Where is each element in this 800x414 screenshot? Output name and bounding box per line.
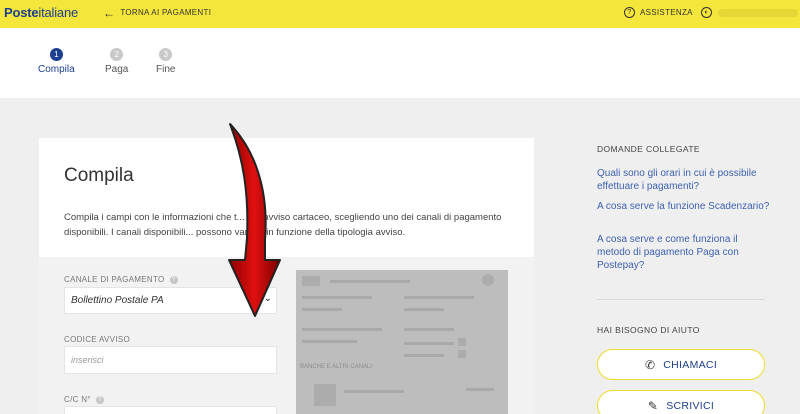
call-us-button[interactable]: ✆ CHIAMACI <box>597 349 765 380</box>
channel-label: CANALE DI PAGAMENTO ? <box>64 275 178 284</box>
top-bar: Posteitaliane ← TORNA AI PAGAMENTI ? ASS… <box>0 0 800 28</box>
arrow-left-icon: ← <box>103 5 116 20</box>
code-input[interactable]: inserisci <box>64 346 277 374</box>
code-label-text: CODICE AVVISO <box>64 335 130 344</box>
faq-link-postepay[interactable]: A cosa serve e come funziona il metodo d… <box>597 233 772 272</box>
phone-icon: ✆ <box>644 357 656 372</box>
step-paga: 2 Paga <box>105 48 128 75</box>
pencil-icon: ✎ <box>647 398 659 413</box>
user-icon: ◐ <box>701 7 712 18</box>
cc-label-text: C/C N° <box>64 395 91 404</box>
back-to-payments-link[interactable]: ← TORNA AI PAGAMENTI <box>103 5 212 20</box>
user-menu[interactable]: ◐ <box>701 7 798 18</box>
step-number: 1 <box>49 48 63 61</box>
help-section-title: HAI BISOGNO DI AIUTO <box>597 325 700 335</box>
bollettino-preview-image: BANCHE E ALTRI CANALI <box>296 270 508 414</box>
code-label: CODICE AVVISO <box>64 335 130 344</box>
steps-bar: 1 Compila 2 Paga 3 Fine <box>0 28 800 98</box>
step-compila: 1 Compila <box>38 48 75 75</box>
sidebar-divider <box>597 299 765 300</box>
help-icon[interactable]: ? <box>95 395 104 404</box>
question-circle-icon: ? <box>624 7 635 18</box>
cc-label: C/C N° ? <box>64 395 104 404</box>
step-number: 3 <box>159 48 173 61</box>
preview-section-label: BANCHE E ALTRI CANALI <box>300 364 372 370</box>
assist-label: ASSISTENZA <box>640 8 693 17</box>
faq-link-orari[interactable]: Quali sono gli orari in cui è possibile … <box>597 167 772 193</box>
step-fine: 3 Fine <box>156 48 175 75</box>
help-icon[interactable]: ? <box>169 275 178 284</box>
assistance-link[interactable]: ? ASSISTENZA <box>624 7 693 18</box>
card-description: Compila i campi con le informazioni che … <box>64 212 502 238</box>
page-title: Compila <box>64 165 134 186</box>
step-number: 2 <box>110 48 124 61</box>
call-label: CHIAMACI <box>663 358 718 371</box>
related-questions-title: DOMANDE COLLEGATE <box>597 144 700 154</box>
step-label: Paga <box>105 64 129 75</box>
channel-selected-value: Bollettino Postale PA <box>71 295 164 306</box>
code-placeholder: inserisci <box>71 355 104 365</box>
faq-link-scadenzario[interactable]: A cosa serve la funzione Scadenzario? <box>597 200 772 213</box>
back-label: TORNA AI PAGAMENTI <box>120 8 212 17</box>
user-name-redacted <box>718 8 798 17</box>
logo-light-text: italiane <box>38 5 79 20</box>
step-label: Fine <box>156 64 176 75</box>
red-arrow-annotation <box>228 123 281 317</box>
write-label: SCRIVICI <box>666 399 715 412</box>
cc-input[interactable] <box>64 406 277 414</box>
step-label: Compila <box>38 64 75 75</box>
poste-logo[interactable]: Posteitaliane <box>4 5 78 20</box>
channel-label-text: CANALE DI PAGAMENTO <box>64 275 165 284</box>
logo-bold-text: Poste <box>4 5 39 20</box>
write-us-button[interactable]: ✎ SCRIVICI <box>597 390 765 414</box>
